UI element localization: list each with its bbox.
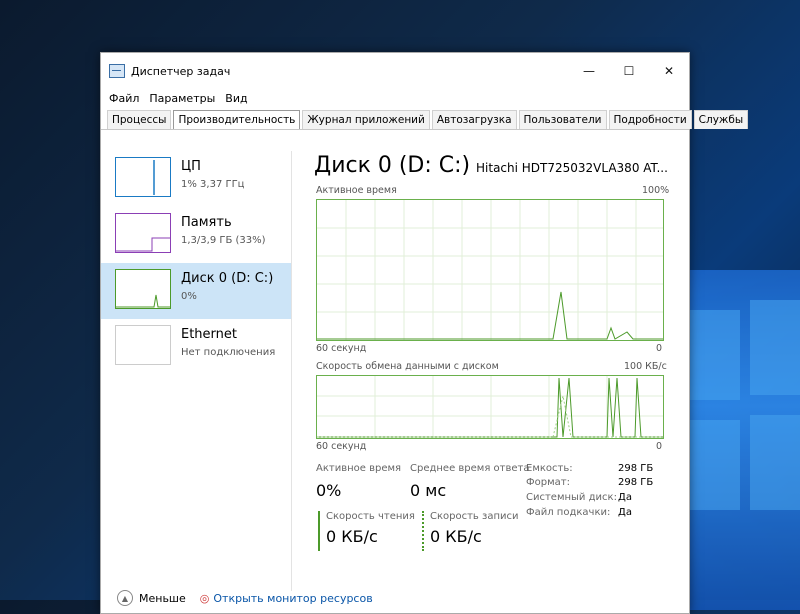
- resource-monitor-icon: ◎: [199, 591, 210, 605]
- divider: [291, 151, 292, 591]
- page-file-label: Файл подкачки:: [526, 507, 611, 518]
- sidebar-item-disk[interactable]: Диск 0 (D: C:) 0%: [101, 263, 291, 319]
- tab-details[interactable]: Подробности: [608, 110, 692, 129]
- active-time-graph-min: 0: [656, 343, 663, 354]
- sidebar-item-label: Память: [181, 215, 232, 230]
- open-resource-monitor-link[interactable]: Открыть монитор ресурсов: [213, 592, 372, 605]
- minimize-button[interactable]: —: [569, 53, 609, 89]
- sidebar-item-sub: Нет подключения: [181, 347, 276, 358]
- transfer-rate-graph-min: 0: [656, 441, 663, 452]
- menu-file[interactable]: Файл: [109, 92, 139, 105]
- response-time-label: Среднее время ответа: [410, 463, 530, 474]
- tab-app-history[interactable]: Журнал приложений: [302, 110, 430, 129]
- transfer-rate-graph-label: Скорость обмена данными с диском: [316, 361, 499, 372]
- system-disk-label: Системный диск:: [526, 492, 617, 503]
- transfer-rate-graph-max: 100 КБ/с: [624, 361, 667, 372]
- response-time-value: 0 мс: [410, 481, 447, 500]
- memory-thumbnail-graph: [115, 213, 171, 253]
- active-time-graph-label: Активное время: [316, 185, 397, 196]
- sidebar-item-label: Ethernet: [181, 327, 237, 342]
- sidebar-item-label: ЦП: [181, 159, 201, 174]
- disk-thumbnail-graph: [115, 269, 171, 309]
- capacity-value: 298 ГБ: [618, 463, 654, 474]
- active-time-graph-max: 100%: [642, 185, 670, 196]
- maximize-button[interactable]: ☐: [609, 53, 649, 89]
- transfer-rate-graph-time: 60 секунд: [316, 441, 367, 452]
- tab-processes[interactable]: Процессы: [107, 110, 172, 129]
- read-speed-label: Скорость чтения: [326, 511, 415, 522]
- write-speed-value: 0 КБ/с: [430, 527, 482, 546]
- sidebar-item-sub: 1,3/3,9 ГБ (33%): [181, 235, 266, 246]
- chevron-up-icon[interactable]: ▲: [117, 590, 133, 606]
- sidebar-item-memory[interactable]: Память 1,3/3,9 ГБ (33%): [101, 207, 291, 263]
- task-manager-window: Диспетчер задач — ☐ ✕ Файл Параметры Вид…: [100, 52, 749, 614]
- sidebar-item-sub: 0%: [181, 291, 197, 302]
- task-manager-icon: [109, 64, 125, 78]
- read-speed-indicator: [318, 511, 320, 551]
- write-speed-label: Скорость записи: [430, 511, 519, 522]
- active-time-graph: [316, 199, 664, 341]
- cpu-thumbnail-graph: [115, 157, 171, 197]
- read-speed-value: 0 КБ/с: [326, 527, 378, 546]
- active-time-value: 0%: [316, 481, 342, 500]
- menu-options[interactable]: Параметры: [149, 92, 215, 105]
- transfer-rate-graph: [316, 375, 664, 439]
- sidebar-item-label: Диск 0 (D: C:): [181, 271, 274, 286]
- sidebar-item-sub: 1% 3,37 ГГц: [181, 179, 245, 190]
- capacity-label: Емкость:: [526, 463, 573, 474]
- fewer-details-button[interactable]: Меньше: [139, 592, 186, 605]
- disk-model: Hitachi HDT725032VLA380 AT...: [476, 161, 668, 175]
- write-speed-indicator: [422, 511, 424, 551]
- title-bar: Диспетчер задач — ☐ ✕: [101, 53, 689, 89]
- sidebar-item-cpu[interactable]: ЦП 1% 3,37 ГГц: [101, 151, 291, 207]
- desktop-wallpaper: [680, 270, 800, 610]
- close-button[interactable]: ✕: [649, 53, 689, 89]
- formatted-value: 298 ГБ: [618, 477, 654, 488]
- menu-view[interactable]: Вид: [225, 92, 247, 105]
- window-title: Диспетчер задач: [131, 64, 231, 78]
- system-disk-value: Да: [618, 492, 632, 503]
- tab-strip: Процессы Производительность Журнал прило…: [101, 107, 749, 130]
- tab-users[interactable]: Пользователи: [518, 110, 607, 129]
- page-file-value: Да: [618, 507, 632, 518]
- page-title: Диск 0 (D: C:): [314, 153, 471, 178]
- tab-performance[interactable]: Производительность: [173, 110, 301, 129]
- tab-startup[interactable]: Автозагрузка: [431, 110, 517, 129]
- menu-bar: Файл Параметры Вид: [101, 89, 689, 107]
- sidebar-item-ethernet[interactable]: Ethernet Нет подключения: [101, 319, 291, 375]
- performance-sidebar: ЦП 1% 3,37 ГГц Память 1,3/3,9 ГБ (33%) Д…: [101, 151, 291, 571]
- active-time-graph-time: 60 секунд: [316, 343, 367, 354]
- ethernet-thumbnail-graph: [115, 325, 171, 365]
- active-time-label: Активное время: [316, 463, 402, 474]
- footer-bar: ▲ Меньше ◎ Открыть монитор ресурсов: [101, 583, 689, 613]
- tab-services[interactable]: Службы: [693, 110, 749, 129]
- formatted-label: Формат:: [526, 477, 570, 488]
